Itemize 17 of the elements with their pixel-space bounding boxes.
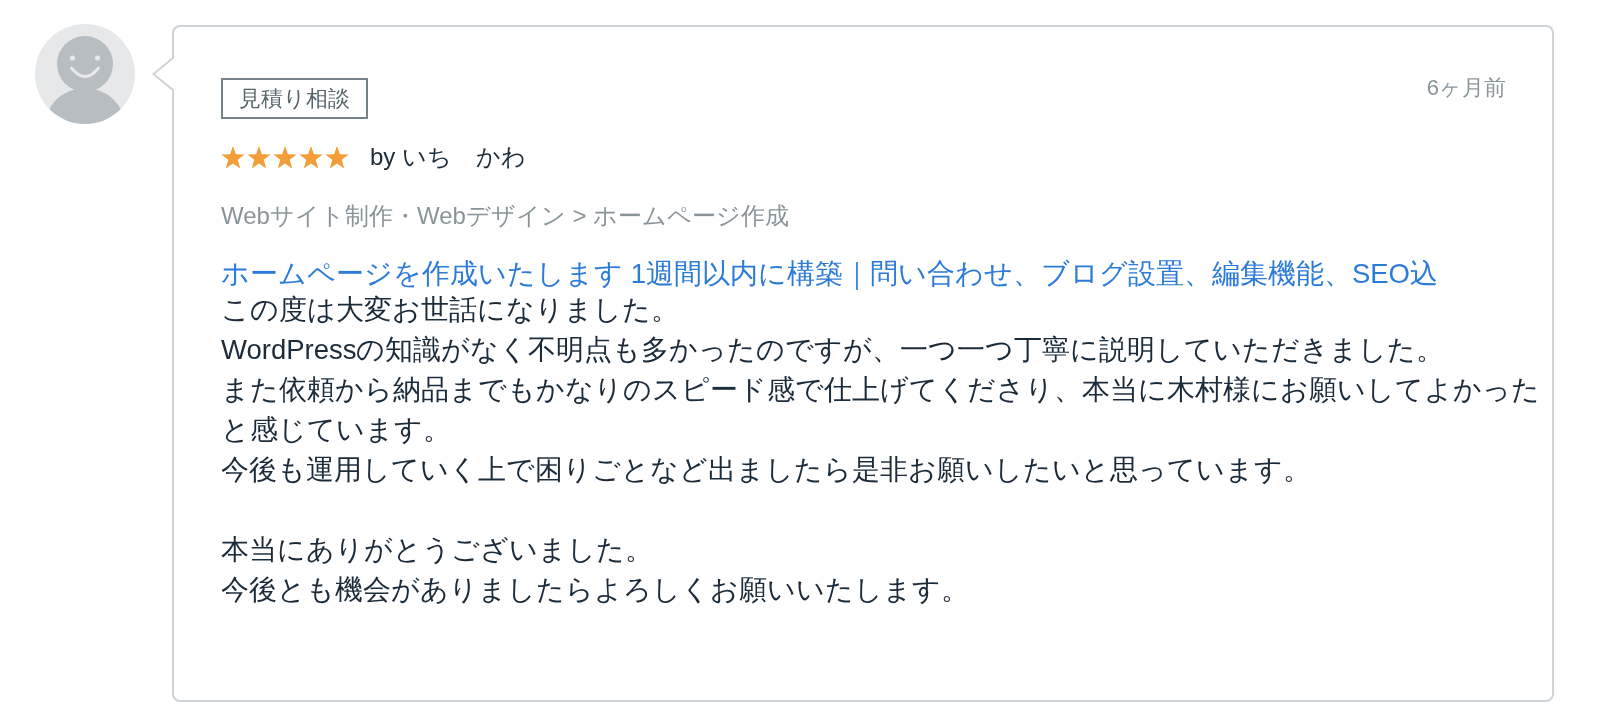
review-sentence: 今後とも機会がありましたらよろしくお願いいたします。 [221,573,970,607]
review-sentence: 今後も運用していく上で困りごとなど出ましたら是非お願いしたいと思っています。 [221,453,1312,487]
star-icon [325,145,349,169]
review-sentence: WordPressの知識がなく不明点も多かったのですが、一つ一つ丁寧に説明していただきました。 [221,333,1446,367]
category-tag: 見積り相談 [221,78,368,119]
star-icon [221,145,245,169]
star-icon [247,145,271,169]
star-icon [299,145,323,169]
review-sentence: また依頼から納品までもかなりのスピード感で仕上げてくださり、本当に木村様にお願いしてよかったと感じています。 [221,373,1541,447]
service-link[interactable]: ホームページを作成いたします 1週間以内に構築｜問い合わせ、ブログ設置、編集機能、SEO込 [221,258,1438,290]
review-sentence: この度は大変お世話になりました。 [221,293,680,327]
category-breadcrumb: Webサイト制作・Webデザイン > ホームページ作成 [221,201,791,231]
avatar-icon [35,24,135,124]
review-sentence: 本当にありがとうございました。 [221,533,654,567]
reviewer-name: by いち かわ [370,142,526,172]
star-icon [273,145,297,169]
review-time: 6ヶ月前 [1426,74,1506,102]
